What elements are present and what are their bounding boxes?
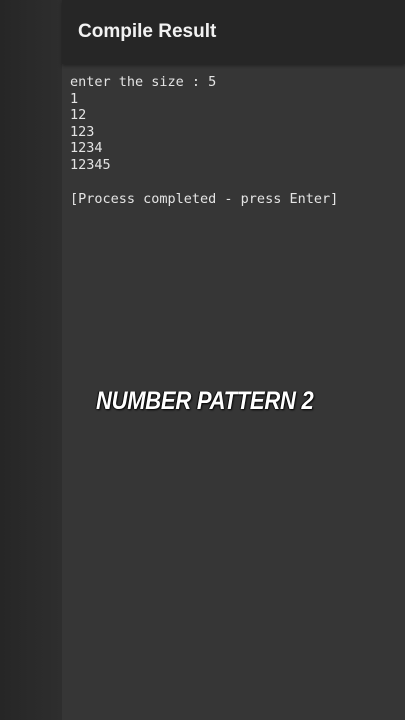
console-line-1: 1: [70, 90, 79, 107]
console-output[interactable]: enter the size : 5 1 12 123 1234 12345 […: [70, 74, 400, 207]
page-title: Compile Result: [78, 21, 217, 42]
video-caption-overlay: NUMBER PATTERN 2: [96, 387, 314, 415]
console-spacer: [70, 174, 400, 191]
console-line-prompt: enter the size : 5: [70, 74, 217, 90]
title-bar: Compile Result: [62, 0, 405, 64]
background-left-panel: [0, 0, 62, 720]
console-line-2: 12: [70, 107, 87, 124]
process-completed-message: [Process completed - press Enter]: [70, 190, 339, 207]
console-line-5: 12345: [70, 156, 111, 173]
console-line-3: 123: [70, 123, 95, 140]
console-line-4: 1234: [70, 140, 103, 157]
compile-result-screen: Compile Result enter the size : 5 1 12 1…: [62, 0, 405, 720]
